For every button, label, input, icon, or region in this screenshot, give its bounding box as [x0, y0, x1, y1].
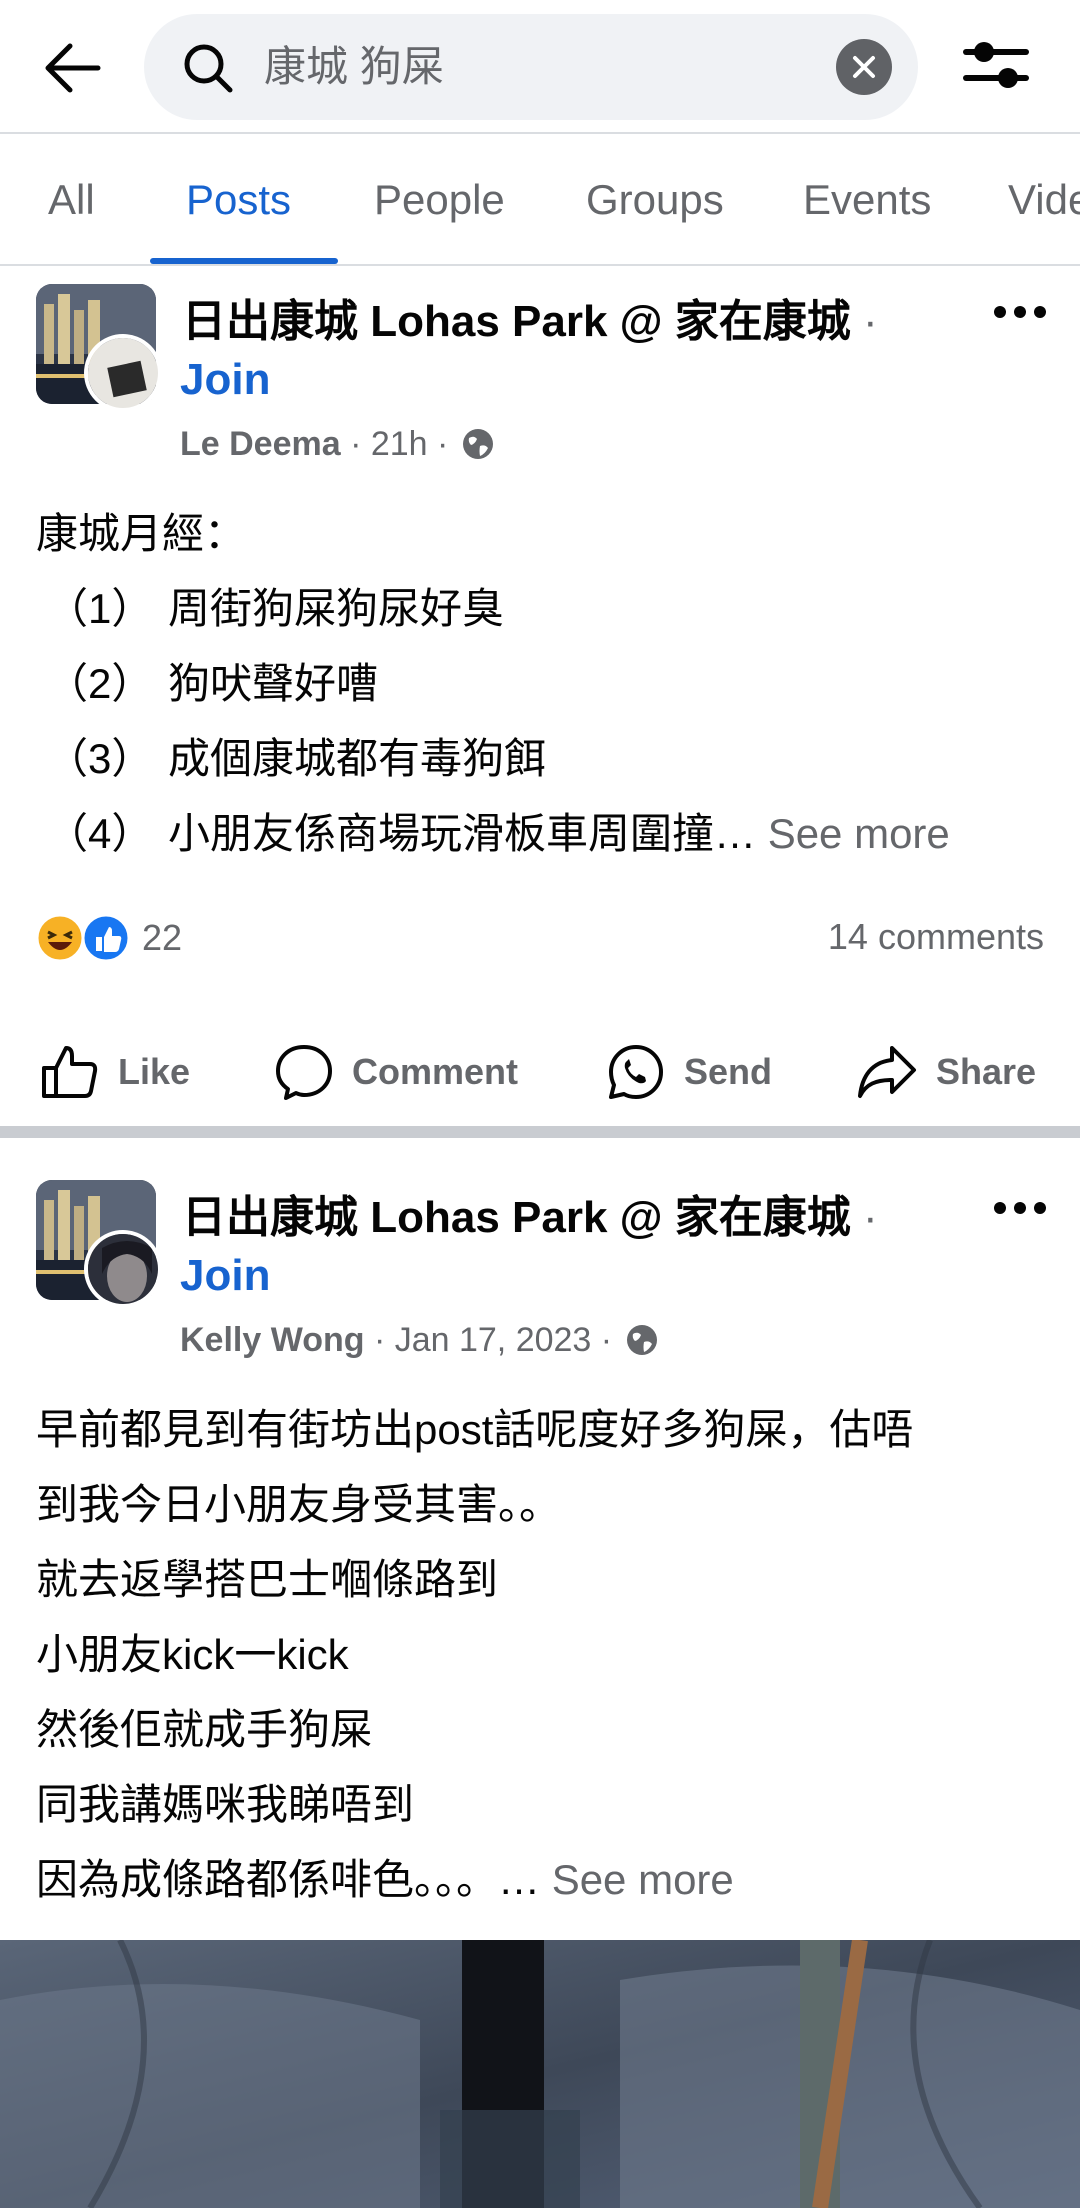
post-meta: Kelly Wong · Jan 17, 2023 ·	[180, 1320, 660, 1360]
share-button[interactable]: Share	[856, 1022, 1036, 1122]
post-divider	[0, 1126, 1080, 1138]
join-button[interactable]: Join	[180, 1250, 270, 1302]
tab-events[interactable]: Events	[803, 134, 931, 264]
search-tabs: All Posts People Groups Events Vide	[0, 132, 1080, 266]
post-line: （3） 成個康城都有毒狗餌	[46, 735, 547, 782]
post-line: （1） 周街狗屎狗尿好臭	[46, 585, 505, 632]
close-icon	[853, 56, 875, 78]
separator-dot: ·	[427, 425, 449, 463]
back-arrow-icon	[45, 43, 101, 93]
more-options-icon[interactable]	[990, 1196, 1050, 1220]
filter-button[interactable]	[960, 34, 1032, 98]
thumbs-up-icon	[42, 1046, 98, 1098]
post-line: 到我今日小朋友身受其害。。	[36, 1481, 562, 1528]
post-line: 同我講媽咪我睇唔到	[36, 1781, 415, 1828]
whatsapp-icon	[609, 1045, 663, 1099]
post-line: 小朋友kick一kick	[36, 1631, 349, 1678]
tab-all[interactable]: All	[48, 134, 95, 264]
author-avatar[interactable]	[84, 334, 162, 412]
tab-posts[interactable]: Posts	[186, 134, 291, 264]
post-actions: Like Comment Send Share	[0, 1022, 1080, 1122]
post-body[interactable]: 早前都見到有街坊出post話呢度好多狗屎，估唔 到我今日小朋友身受其害。。 就去…	[36, 1392, 913, 1917]
author-avatar[interactable]	[84, 1230, 162, 1308]
post-time[interactable]: Jan 17, 2023	[395, 1320, 592, 1360]
separator-dot: ·	[863, 297, 878, 346]
post-photo[interactable]	[0, 1940, 1080, 2208]
comment-label: Comment	[352, 1051, 519, 1092]
separator-dot: ·	[591, 1321, 613, 1359]
search-input[interactable]: 康城 狗屎	[144, 14, 918, 120]
post-line: （4） 小朋友係商場玩滑板車周圍撞… See more	[46, 810, 950, 857]
reactions-summary[interactable]: 22	[36, 908, 182, 968]
post-line: 康城月經：	[36, 510, 247, 557]
author-name[interactable]: Le Deema	[180, 424, 341, 464]
share-label: Share	[936, 1051, 1037, 1092]
jacket-photo-image	[0, 1940, 1080, 2208]
see-more-link[interactable]: See more	[768, 810, 950, 857]
send-label: Send	[684, 1051, 773, 1092]
post-card: 日出康城 Lohas Park @ 家在康城 · Join Le Deema ·…	[0, 268, 1080, 1126]
post-card: 日出康城 Lohas Park @ 家在康城 · Join Kelly Wong…	[0, 1138, 1080, 2208]
top-bar: 康城 狗屎	[0, 0, 1080, 132]
separator-dot: ·	[364, 1321, 395, 1359]
like-label: Like	[118, 1051, 191, 1092]
haha-like-reaction-icons	[36, 913, 131, 963]
post-line: 就去返學搭巴士嗰條路到	[36, 1556, 499, 1603]
search-icon	[184, 44, 233, 93]
globe-icon	[463, 429, 494, 459]
post-body[interactable]: 康城月經： （1） 周街狗屎狗尿好臭 （2） 狗吠聲好嘈 （3） 成個康城都有毒狗餌 …	[36, 496, 950, 871]
post-line: 然後佢就成手狗屎	[36, 1706, 373, 1753]
back-button[interactable]	[28, 28, 116, 108]
author-name[interactable]: Kelly Wong	[180, 1320, 365, 1360]
comment-icon	[276, 1045, 332, 1100]
join-button[interactable]: Join	[180, 354, 270, 406]
tab-people[interactable]: People	[374, 134, 505, 264]
comments-count[interactable]: 14 comments	[828, 916, 1044, 958]
author-avatar-image	[88, 338, 158, 408]
author-avatar-image	[88, 1234, 158, 1304]
post-line: 早前都見到有街坊出post話呢度好多狗屎，估唔	[36, 1406, 914, 1453]
send-button[interactable]: Send	[606, 1022, 772, 1122]
more-options-icon[interactable]	[990, 300, 1050, 324]
separator-dot: ·	[340, 425, 371, 463]
post-time[interactable]: 21h	[371, 424, 428, 464]
share-arrow-icon	[858, 1046, 916, 1098]
filter-sliders-icon	[963, 42, 1029, 88]
tab-groups[interactable]: Groups	[586, 134, 724, 264]
separator-dot: ·	[863, 1193, 878, 1242]
group-name[interactable]: 日出康城 Lohas Park @ 家在康城 ·	[182, 1192, 878, 1244]
search-query-text: 康城 狗屎	[264, 43, 444, 90]
reaction-count: 22	[142, 917, 183, 958]
active-tab-indicator	[150, 258, 338, 264]
post-line: 因為成條路都係啡色。。。… See more	[36, 1856, 734, 1903]
comment-button[interactable]: Comment	[274, 1022, 518, 1122]
like-button[interactable]: Like	[40, 1022, 190, 1122]
group-name[interactable]: 日出康城 Lohas Park @ 家在康城 ·	[182, 296, 878, 348]
post-meta: Le Deema · 21h ·	[180, 424, 496, 464]
see-more-link[interactable]: See more	[552, 1856, 734, 1903]
tab-videos[interactable]: Vide	[1008, 134, 1080, 264]
globe-icon	[627, 1325, 658, 1355]
clear-search-button[interactable]	[836, 39, 892, 95]
post-line: （2） 狗吠聲好嘈	[46, 660, 379, 707]
